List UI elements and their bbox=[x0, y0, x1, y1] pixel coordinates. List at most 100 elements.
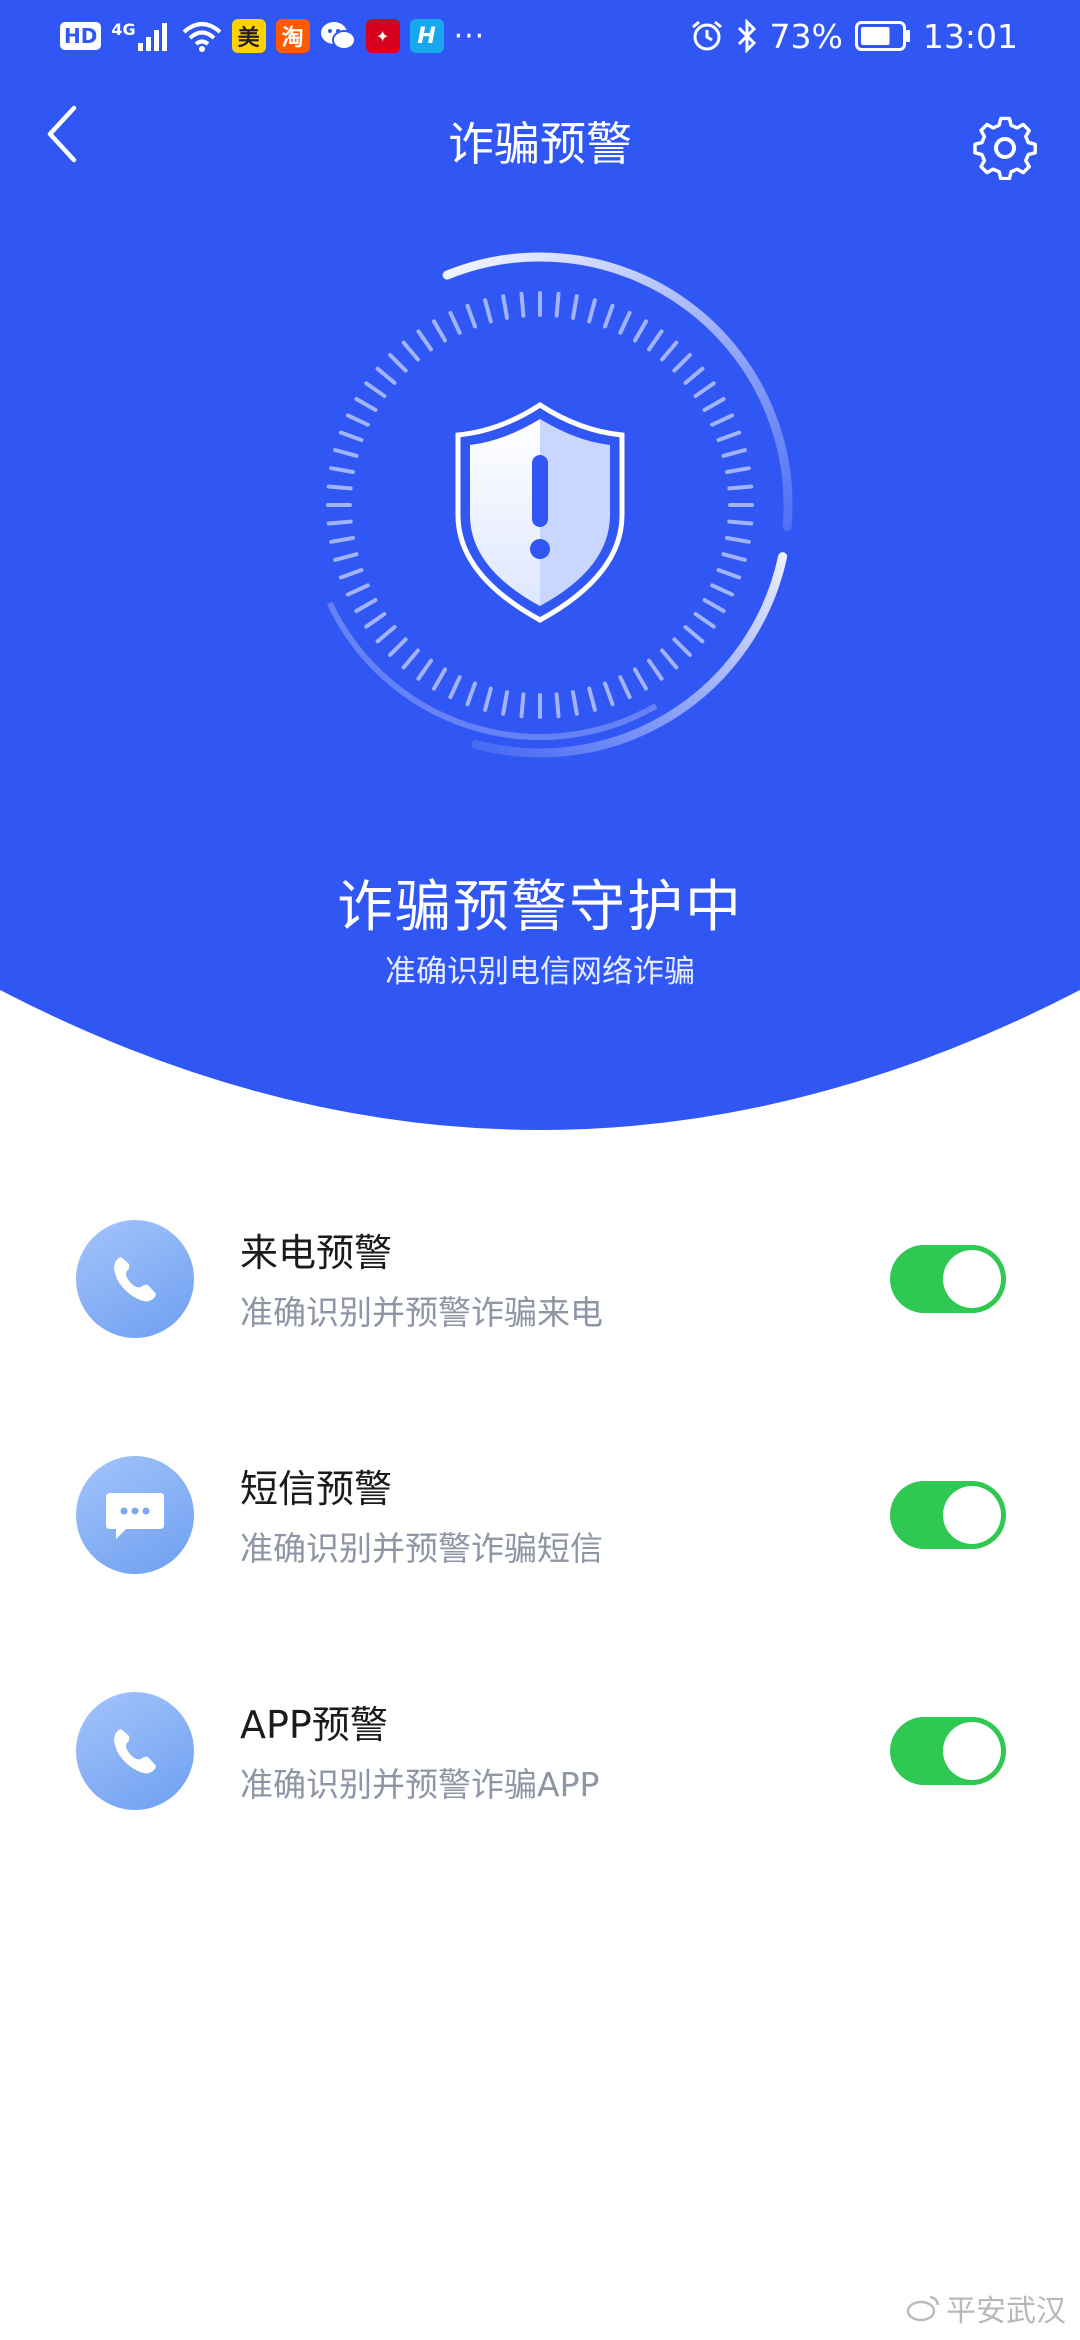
tick-mark bbox=[354, 397, 378, 412]
list-item-title: 来电预警 bbox=[240, 1231, 393, 1275]
list-item-title: 短信预警 bbox=[240, 1467, 393, 1511]
watermark: 平安武汉 bbox=[906, 2286, 1066, 2330]
battery-percent: 73% bbox=[769, 16, 843, 56]
tick-mark bbox=[587, 686, 597, 712]
message-icon bbox=[76, 1456, 194, 1574]
tick-mark bbox=[725, 536, 751, 544]
tick-mark bbox=[329, 536, 355, 544]
tick-mark bbox=[716, 430, 742, 442]
tick-mark bbox=[401, 648, 420, 670]
tick-mark bbox=[683, 625, 705, 644]
news-icon: ✦ bbox=[365, 19, 400, 53]
protection-status-title: 诈骗预警守护中 bbox=[337, 875, 743, 940]
clock: 13:01 bbox=[922, 16, 1018, 56]
tick-mark bbox=[345, 413, 370, 427]
tick-mark bbox=[364, 381, 387, 398]
tick-mark bbox=[501, 690, 509, 716]
tick-mark bbox=[483, 686, 493, 712]
protection-status-subtitle: 准确识别电信网络诈骗 bbox=[385, 954, 695, 990]
tick-mark bbox=[364, 612, 387, 629]
meituan-app-icon: 美 bbox=[231, 19, 266, 53]
list-item-description: 准确识别并预警诈骗APP bbox=[240, 1765, 600, 1804]
tick-mark bbox=[329, 466, 355, 474]
tick-mark bbox=[618, 675, 632, 700]
tick-mark bbox=[333, 448, 359, 458]
page-title: 诈骗预警 bbox=[448, 117, 632, 171]
tick-mark bbox=[633, 667, 648, 691]
inner-arc bbox=[326, 601, 658, 740]
settings-button[interactable] bbox=[970, 110, 1040, 181]
status-bar: HD 4G 美 淘 ✦ H ··· 73% 13:01 bbox=[0, 0, 1080, 72]
call-warning-toggle[interactable] bbox=[890, 1245, 1006, 1313]
tick-mark bbox=[683, 366, 705, 385]
wechat-icon bbox=[320, 22, 356, 50]
tick-mark bbox=[725, 466, 751, 474]
bluetooth-icon bbox=[737, 19, 756, 53]
tick-mark bbox=[554, 692, 561, 719]
sms-warning-toggle[interactable] bbox=[890, 1481, 1006, 1549]
tick-mark bbox=[448, 310, 462, 335]
gear-icon bbox=[973, 116, 1037, 181]
tick-mark bbox=[375, 366, 397, 385]
status-bar-right: 73% 13:01 bbox=[690, 14, 1018, 58]
signal-icon bbox=[137, 23, 167, 51]
app-warning-toggle[interactable] bbox=[890, 1717, 1006, 1785]
tick-mark bbox=[647, 658, 664, 681]
tick-mark bbox=[401, 340, 420, 362]
tick-mark bbox=[333, 552, 359, 562]
network-type: 4G bbox=[111, 19, 136, 39]
tick-mark bbox=[603, 303, 615, 329]
tick-mark bbox=[416, 329, 433, 352]
more-notifications: ··· bbox=[453, 18, 486, 54]
list-item-sms-warning: 短信预警 准确识别并预警诈骗短信 bbox=[0, 1416, 1080, 1576]
tick-mark bbox=[721, 552, 747, 562]
status-bar-left: HD 4G 美 淘 ✦ H ··· bbox=[60, 14, 485, 58]
tick-mark bbox=[587, 298, 597, 324]
tick-mark bbox=[716, 568, 742, 580]
battery-icon bbox=[854, 21, 910, 51]
list-item-app-warning: APP预警 准确识别并预警诈骗APP bbox=[0, 1652, 1080, 1812]
tick-mark bbox=[338, 568, 364, 580]
tick-mark bbox=[672, 637, 692, 657]
wifi-icon bbox=[182, 22, 221, 52]
tick-mark bbox=[554, 291, 561, 318]
tick-mark bbox=[727, 519, 754, 526]
tick-mark bbox=[338, 430, 364, 442]
toggle-knob bbox=[943, 1722, 1001, 1780]
tick-mark bbox=[660, 340, 679, 362]
weibo-icon bbox=[906, 2295, 940, 2322]
toggle-knob bbox=[943, 1250, 1001, 1308]
tick-mark bbox=[388, 637, 408, 657]
tick-mark bbox=[432, 319, 447, 343]
tick-mark bbox=[603, 681, 615, 707]
tick-mark bbox=[571, 294, 579, 320]
tick-mark bbox=[326, 519, 353, 526]
taobao-app-icon: 淘 bbox=[275, 19, 310, 53]
phone-icon bbox=[76, 1220, 194, 1338]
tick-mark bbox=[432, 667, 447, 691]
tick-mark bbox=[519, 291, 526, 318]
tick-mark bbox=[448, 675, 462, 700]
tick-mark bbox=[388, 353, 408, 373]
hd-badge: HD bbox=[60, 22, 102, 50]
tick-mark bbox=[727, 484, 754, 491]
tick-mark bbox=[633, 319, 648, 343]
tick-mark bbox=[354, 598, 378, 613]
tick-mark bbox=[710, 413, 735, 427]
shield-exclamation-icon bbox=[455, 402, 625, 623]
tick-mark bbox=[660, 648, 679, 670]
tick-mark bbox=[618, 310, 632, 335]
tick-mark bbox=[702, 598, 726, 613]
tick-mark bbox=[465, 303, 477, 329]
watermark-text: 平安武汉 bbox=[946, 2294, 1066, 2329]
tick-mark bbox=[416, 658, 433, 681]
tick-mark bbox=[571, 690, 579, 716]
list-item-call-warning: 来电预警 准确识别并预警诈骗来电 bbox=[0, 1180, 1080, 1340]
list-item-description: 准确识别并预警诈骗来电 bbox=[240, 1293, 603, 1332]
tick-mark bbox=[721, 448, 747, 458]
tick-mark bbox=[710, 583, 735, 597]
list-item-description: 准确识别并预警诈骗短信 bbox=[240, 1529, 603, 1568]
tick-mark bbox=[519, 692, 526, 719]
alarm-icon bbox=[691, 20, 722, 51]
tick-mark bbox=[375, 625, 397, 644]
